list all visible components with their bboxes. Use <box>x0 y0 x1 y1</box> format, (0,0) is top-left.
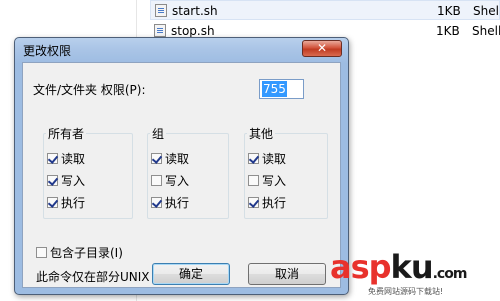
checkbox-box <box>248 197 259 208</box>
checkbox-box <box>248 153 259 164</box>
checkbox-label: 包含子目录(I) <box>50 246 123 260</box>
owner-exec-checkbox[interactable]: 执行 <box>47 195 85 211</box>
checkbox-box <box>47 197 58 208</box>
others-group: 其他 读取 写入 执行 <box>244 125 328 219</box>
owner-read-checkbox[interactable]: 读取 <box>47 151 85 167</box>
checkbox-box <box>47 175 58 186</box>
checkbox-label: 执行 <box>165 196 190 210</box>
group-exec-checkbox[interactable]: 执行 <box>151 195 189 211</box>
watermark-tagline: 免费网站源码下载站! <box>368 287 444 296</box>
others-write-checkbox[interactable]: 写入 <box>248 173 286 189</box>
checkbox-label: 写入 <box>165 174 190 188</box>
dialog-title: 更改权限 <box>23 44 72 58</box>
group-read-checkbox[interactable]: 读取 <box>151 151 189 167</box>
cancel-button[interactable]: 取消 <box>248 263 326 285</box>
shell-file-icon <box>155 4 167 17</box>
group-title-group: 组 <box>150 125 167 142</box>
checkbox-label: 读取 <box>165 152 190 166</box>
file-type: Shell <box>472 24 500 38</box>
file-size: 1KB <box>437 4 461 18</box>
checkbox-box <box>151 197 162 208</box>
permission-label: 文件/文件夹 权限(P): <box>33 83 146 97</box>
group-group: 组 读取 写入 执行 <box>147 125 229 219</box>
group-title-others: 其他 <box>247 125 276 142</box>
owner-group: 所有者 读取 写入 执行 <box>43 125 133 219</box>
file-name: start.sh <box>172 4 218 18</box>
checkbox-label: 执行 <box>262 196 287 210</box>
watermark-brand-red: asp <box>330 248 392 286</box>
permission-input[interactable]: 755 <box>259 79 304 99</box>
checkbox-label: 读取 <box>61 152 86 166</box>
close-icon: ✕ <box>316 41 328 55</box>
shell-file-icon <box>154 24 166 37</box>
checkbox-label: 写入 <box>262 174 287 188</box>
checkbox-box <box>151 153 162 164</box>
checkbox-label: 读取 <box>262 152 287 166</box>
checkbox-box <box>248 175 259 186</box>
aspku-watermark: aspku.com 免费网站源码下载站! <box>330 248 500 301</box>
checkbox-box <box>151 175 162 186</box>
checkbox-label: 写入 <box>61 174 86 188</box>
ok-button[interactable]: 确定 <box>152 263 230 285</box>
owner-write-checkbox[interactable]: 写入 <box>47 173 85 189</box>
dialog-titlebar[interactable]: 更改权限 ✕ <box>15 38 348 62</box>
checkbox-box <box>47 153 58 164</box>
close-button[interactable]: ✕ <box>302 40 342 57</box>
dialog-body: 文件/文件夹 权限(P): 755 所有者 读取 写入 执行 组 读取 写入 执… <box>22 62 341 288</box>
group-write-checkbox[interactable]: 写入 <box>151 173 189 189</box>
file-row-start[interactable]: start.sh 1KB Shell <box>150 0 500 20</box>
file-size: 1KB <box>436 24 460 38</box>
change-permissions-dialog: 更改权限 ✕ 文件/文件夹 权限(P): 755 所有者 读取 写入 执行 组 <box>14 37 349 295</box>
watermark-tld: .com <box>432 266 468 282</box>
watermark-brand-dark: ku <box>390 248 434 286</box>
include-subdirs-checkbox[interactable]: 包含子目录(I) <box>36 245 123 261</box>
checkbox-box <box>36 247 47 258</box>
permission-value: 755 <box>262 81 287 97</box>
group-title-owner: 所有者 <box>46 125 87 142</box>
file-type: Shell <box>473 4 500 18</box>
watermark-logo: aspku.com <box>330 248 468 286</box>
others-exec-checkbox[interactable]: 执行 <box>248 195 286 211</box>
others-read-checkbox[interactable]: 读取 <box>248 151 286 167</box>
checkbox-label: 执行 <box>61 196 86 210</box>
